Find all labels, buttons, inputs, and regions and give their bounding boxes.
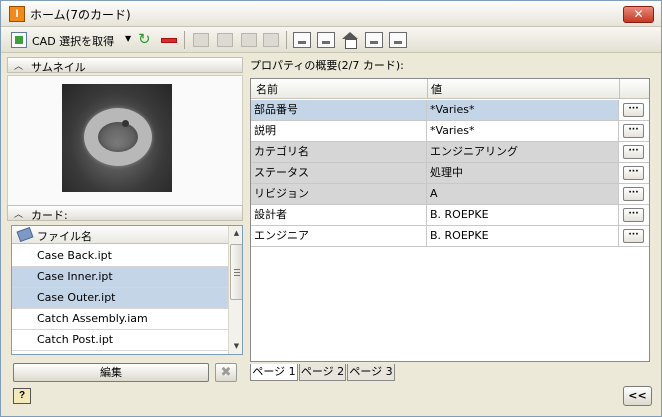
cards-section-header[interactable]: ︿ カード:	[7, 205, 243, 222]
toolbar: CAD 選択を取得 ▼ ↻	[1, 27, 661, 53]
ellipsis-cell: ···	[619, 163, 649, 184]
ellipsis-button[interactable]: ···	[623, 166, 644, 180]
first-card-icon[interactable]	[293, 32, 311, 48]
property-value[interactable]: 処理中	[427, 163, 619, 184]
file-list-header[interactable]: ファイル名	[12, 226, 228, 244]
file-list-scrollbar[interactable]: ▲ ▼	[228, 226, 242, 354]
property-name: 設計者	[251, 205, 427, 226]
ellipsis-button[interactable]: ···	[623, 145, 644, 159]
ellipsis-button[interactable]: ···	[623, 187, 644, 201]
toolbar-separator	[286, 31, 287, 49]
collapse-chevron-icon: ︿	[14, 210, 24, 220]
window-title: ホーム(7のカード)	[30, 8, 131, 22]
undo-card-icon	[263, 33, 279, 47]
file-list-item[interactable]: Catch Assembly.iam	[12, 309, 228, 330]
column-divider	[619, 79, 620, 99]
property-value[interactable]: A	[427, 184, 619, 205]
scroll-down-icon[interactable]: ▼	[230, 339, 242, 353]
property-value[interactable]: エンジニアリング	[427, 142, 619, 163]
ellipsis-button[interactable]: ···	[623, 103, 644, 117]
collapse-panel-button[interactable]: <<	[623, 386, 652, 406]
file-list-item[interactable]: Case Inner.ipt	[12, 267, 228, 288]
property-value[interactable]: *Varies*	[427, 121, 619, 142]
tab-page-3[interactable]: ページ 3	[347, 364, 395, 381]
file-list-item[interactable]: Case Back.ipt	[12, 246, 228, 267]
title-bar: I ホーム(7のカード) ✕	[1, 1, 661, 27]
toolbar-separator	[184, 31, 185, 49]
grid-header: 名前 値	[251, 79, 649, 99]
properties-grid: 名前 値 部品番号 *Varies* ··· 説明 *Varies* ··· カ…	[250, 78, 650, 362]
ellipsis-cell: ···	[619, 121, 649, 142]
tab-page-1[interactable]: ページ 1	[250, 364, 298, 381]
ellipsis-cell: ···	[619, 205, 649, 226]
thumbnail-section-header[interactable]: ︿ サムネイル	[7, 57, 243, 74]
delete-icon: ✖	[215, 363, 237, 382]
scroll-up-icon[interactable]: ▲	[230, 226, 242, 240]
home-icon[interactable]	[341, 32, 359, 49]
cad-select-icon[interactable]	[11, 32, 27, 48]
cards-header-label: カード:	[31, 209, 68, 222]
ellipsis-cell: ···	[619, 184, 649, 205]
ellipsis-button[interactable]: ···	[623, 229, 644, 243]
file-list: ファイル名 Case Back.ipt Case Inner.ipt Case …	[11, 225, 243, 355]
properties-summary-title: プロパティの概要(2/7 カード):	[250, 59, 404, 72]
property-name: 説明	[251, 121, 427, 142]
grip-line	[234, 272, 240, 273]
app-window: I ホーム(7のカード) ✕ CAD 選択を取得 ▼ ↻ ︿ サムネイル ︿ カ…	[0, 0, 662, 417]
value-column-header[interactable]: 値	[431, 81, 442, 97]
property-name: エンジニア	[251, 226, 427, 247]
property-row[interactable]: エンジニア B. ROEPKE ···	[251, 226, 649, 247]
column-divider	[427, 79, 428, 99]
property-value[interactable]: B. ROEPKE	[427, 226, 619, 247]
scrollbar-thumb[interactable]	[230, 244, 242, 300]
property-row[interactable]: ステータス 処理中 ···	[251, 163, 649, 184]
property-row[interactable]: 部品番号 *Varies* ···	[251, 100, 649, 121]
file-list-item[interactable]: Catch Post.ipt	[12, 330, 228, 351]
tag-icon	[16, 226, 34, 243]
file-list-item[interactable]: Case Outer.ipt	[12, 288, 228, 309]
property-value[interactable]: *Varies*	[427, 100, 619, 121]
thumbnail-area	[7, 75, 243, 207]
close-button[interactable]: ✕	[623, 6, 654, 23]
paste-card-icon	[217, 33, 233, 47]
cad-select-button[interactable]: CAD 選択を取得	[32, 33, 114, 49]
refresh-icon[interactable]: ↻	[138, 31, 154, 47]
property-name: 部品番号	[251, 100, 427, 121]
ellipsis-cell: ···	[619, 142, 649, 163]
remove-icon[interactable]	[161, 38, 177, 43]
property-name: カテゴリ名	[251, 142, 427, 163]
file-name-column-header: ファイル名	[37, 230, 92, 243]
tab-page-2[interactable]: ページ 2	[299, 364, 346, 381]
property-row[interactable]: 設計者 B. ROEPKE ···	[251, 205, 649, 226]
ellipsis-button[interactable]: ···	[623, 208, 644, 222]
thumbnail-header-label: サムネイル	[31, 61, 86, 74]
ring-part-image	[84, 108, 152, 166]
part-thumbnail	[62, 84, 172, 192]
ellipsis-cell: ···	[619, 226, 649, 247]
left-panel: ︿ サムネイル ︿ カード: ファイル名 Case Back.ipt Case …	[7, 57, 243, 357]
property-name: ステータス	[251, 163, 427, 184]
inventor-app-icon: I	[9, 6, 25, 22]
move-card-icon	[241, 33, 257, 47]
edit-button[interactable]: 編集	[13, 363, 209, 382]
property-name: リビジョン	[251, 184, 427, 205]
grip-line	[234, 269, 240, 270]
grip-line	[234, 275, 240, 276]
ellipsis-button[interactable]: ···	[623, 124, 644, 138]
property-row[interactable]: リビジョン A ···	[251, 184, 649, 205]
ellipsis-cell: ···	[619, 100, 649, 121]
ring-hole-image	[122, 120, 129, 127]
next-card-icon[interactable]	[365, 32, 383, 48]
property-value[interactable]: B. ROEPKE	[427, 205, 619, 226]
previous-card-icon[interactable]	[317, 32, 335, 48]
last-card-icon[interactable]	[389, 32, 407, 48]
help-icon[interactable]: ?	[13, 388, 31, 404]
property-row[interactable]: カテゴリ名 エンジニアリング ···	[251, 142, 649, 163]
collapse-chevron-icon: ︿	[14, 62, 24, 72]
copy-card-icon	[193, 33, 209, 47]
name-column-header[interactable]: 名前	[256, 81, 278, 97]
property-row[interactable]: 説明 *Varies* ···	[251, 121, 649, 142]
cad-select-dropdown-icon[interactable]: ▼	[125, 34, 131, 50]
